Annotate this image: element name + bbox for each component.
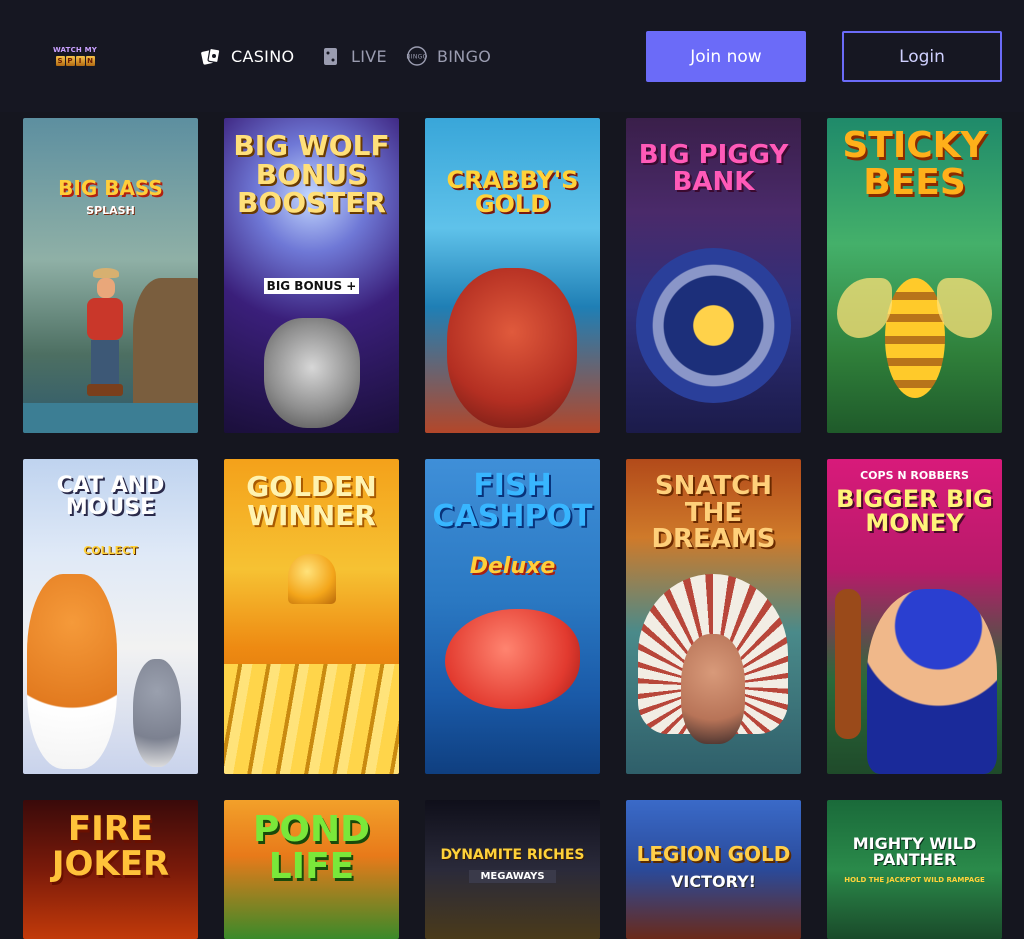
game-subtitle: BIG BONUS + [264, 278, 359, 294]
bee-wing-left [837, 278, 892, 338]
wolf-head [264, 318, 360, 428]
bingo-ball-icon: BINGO [406, 46, 428, 66]
pirate-crab [447, 268, 577, 428]
game-title: DYNAMITE RICHES [440, 847, 585, 863]
game-tile-sticky-bees[interactable]: STICKY BEES [827, 118, 1002, 433]
game-title: GOLDEN WINNER [246, 470, 377, 532]
game-title: FISH CASHPOT [432, 468, 593, 534]
game-title: BIG BASS [58, 176, 163, 200]
game-subtitle: VICTORY! [671, 872, 756, 891]
game-subtitle: MEGAWAYS [469, 870, 556, 883]
game-tile-fish-cashpot-deluxe[interactable]: FISH CASHPOT Deluxe [425, 459, 600, 774]
logo-reel-n: N [85, 56, 95, 66]
game-subtitle: COLLECT [83, 544, 138, 557]
shark-figure [445, 609, 580, 709]
game-tile-golden-winner[interactable]: GOLDEN WINNER [224, 459, 399, 774]
police-officer-figure [867, 589, 997, 774]
game-title: BIG WOLF BONUS BOOSTER [233, 129, 390, 220]
game-title: CRABBY'S GOLD [446, 166, 579, 219]
game-subtitle: COPS N ROBBERS [860, 469, 969, 482]
game-subtitle: SPLASH [86, 204, 135, 217]
gold-bars [224, 664, 399, 774]
nav-bingo[interactable]: BINGO BINGO [406, 40, 491, 72]
game-tile-legion-gold-victory[interactable]: LEGION GOLD VICTORY! [626, 800, 801, 939]
logo-reel-p: P [65, 56, 75, 66]
game-title: CAT AND MOUSE [56, 473, 165, 521]
game-subtitle: HOLD THE JACKPOT WILD RAMPAGE [844, 876, 985, 884]
logo-reel-i: I [75, 56, 85, 66]
mouse-figure [133, 659, 181, 767]
game-title: FIRE JOKER [51, 809, 170, 884]
woman-face [681, 634, 745, 744]
cat-figure [27, 574, 117, 769]
bee-wing-right [937, 278, 992, 338]
water-shape [23, 403, 198, 433]
baton-shape [835, 589, 861, 739]
top-header: WATCH MY SPIN CASINO LIVE BINGO BINGO Jo… [0, 0, 1024, 112]
logo-reels: SPIN [55, 56, 95, 66]
vault-door [636, 248, 791, 403]
cards-icon [200, 46, 222, 66]
live-cards-icon [320, 46, 342, 66]
logo-text-top: WATCH MY [52, 46, 98, 54]
bell-icon [288, 554, 336, 604]
game-tile-pond-life[interactable]: POND LIFE [224, 800, 399, 939]
nav-bingo-label: BINGO [437, 46, 492, 66]
login-button[interactable]: Login [842, 31, 1002, 82]
nav-live[interactable]: LIVE [320, 40, 387, 72]
game-title: LEGION GOLD [636, 842, 791, 866]
site-logo[interactable]: WATCH MY SPIN [52, 43, 98, 69]
nav-casino[interactable]: CASINO [200, 40, 294, 72]
bee-figure [885, 278, 945, 398]
game-tile-big-bass-splash[interactable]: BIG BASS SPLASH [23, 118, 198, 433]
game-tile-crabbys-gold[interactable]: CRABBY'S GOLD [425, 118, 600, 433]
svg-text:BINGO: BINGO [406, 54, 427, 61]
game-tile-big-piggy-bank[interactable]: BIG PIGGY BANK [626, 118, 801, 433]
game-title: POND LIFE [253, 809, 370, 887]
game-title: STICKY BEES [842, 125, 987, 203]
nav-live-label: LIVE [351, 46, 387, 66]
game-title: BIG PIGGY BANK [638, 140, 789, 197]
fisherman-figure [75, 268, 135, 408]
game-tile-big-wolf-bonus-booster[interactable]: BIG WOLF BONUS BOOSTER BIG BONUS + [224, 118, 399, 433]
game-tile-dynamite-riches[interactable]: DYNAMITE RICHES MEGAWAYS [425, 800, 600, 939]
cliff-shape [133, 278, 198, 408]
game-subtitle: Deluxe [469, 554, 556, 579]
game-tile-fire-joker[interactable]: FIRE JOKER [23, 800, 198, 939]
nav-casino-label: CASINO [231, 46, 295, 66]
game-title: SNATCH THE DREAMS [651, 471, 776, 555]
game-tile-mighty-wild-panther[interactable]: MIGHTY WILD PANTHER HOLD THE JACKPOT WIL… [827, 800, 1002, 939]
game-tile-cat-and-mouse[interactable]: CAT AND MOUSE COLLECT [23, 459, 198, 774]
game-title: BIGGER BIG MONEY [836, 485, 993, 538]
logo-reel-s: S [55, 56, 65, 66]
join-now-button[interactable]: Join now [646, 31, 806, 82]
game-tile-bigger-big-money[interactable]: COPS N ROBBERS BIGGER BIG MONEY [827, 459, 1002, 774]
game-tile-snatch-the-dreams[interactable]: SNATCH THE DREAMS [626, 459, 801, 774]
game-title: MIGHTY WILD PANTHER [852, 834, 977, 870]
